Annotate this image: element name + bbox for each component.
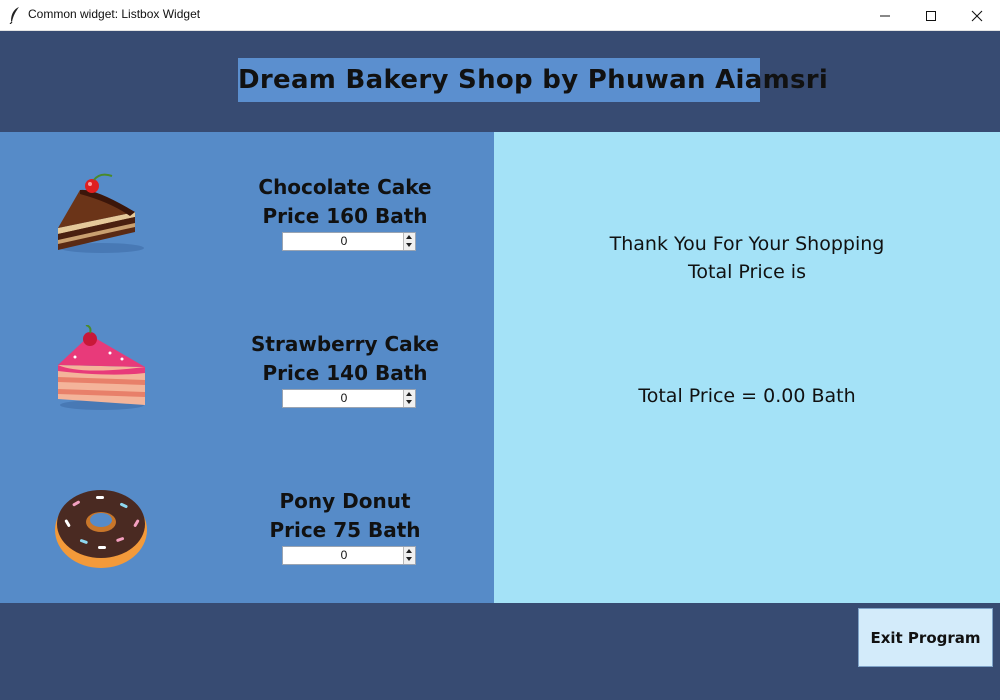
feather-icon: [9, 7, 19, 24]
product-name-chocolate-cake: Chocolate Cake: [258, 175, 432, 199]
quantity-spinbox-strawberry-cake[interactable]: 0: [282, 389, 416, 408]
maximize-icon: [926, 10, 936, 21]
chocolate-cake-icon: [58, 173, 144, 253]
quantity-value[interactable]: 0: [283, 390, 405, 407]
spin-down-icon[interactable]: [406, 243, 412, 247]
total-price-heading: Total Price is: [688, 261, 806, 283]
spin-up-icon[interactable]: [406, 549, 412, 553]
close-icon: [971, 10, 983, 21]
window-titlebar: Common widget: Listbox Widget: [0, 0, 1000, 31]
exit-program-button[interactable]: Exit Program: [858, 608, 993, 667]
product-price-chocolate-cake: Price 160 Bath: [262, 204, 428, 228]
close-button[interactable]: [954, 0, 1000, 31]
total-price-label: Total Price = 0.00 Bath: [638, 385, 856, 407]
product-name-pony-donut: Pony Donut: [279, 489, 411, 513]
window-title: Common widget: Listbox Widget: [28, 7, 201, 21]
thank-you-line: Thank You For Your Shopping: [609, 233, 885, 255]
spin-down-icon[interactable]: [406, 400, 412, 404]
product-price-pony-donut: Price 75 Bath: [269, 518, 421, 542]
footer-bar: [0, 603, 1000, 700]
maximize-button[interactable]: [908, 0, 954, 31]
quantity-value[interactable]: 0: [283, 547, 405, 564]
quantity-spinbox-chocolate-cake[interactable]: 0: [282, 232, 416, 251]
product-name-strawberry-cake: Strawberry Cake: [251, 332, 439, 356]
donut-icon: [55, 490, 147, 568]
spin-buttons[interactable]: [403, 233, 415, 250]
spin-buttons[interactable]: [403, 547, 415, 564]
quantity-spinbox-pony-donut[interactable]: 0: [282, 546, 416, 565]
spin-up-icon[interactable]: [406, 392, 412, 396]
quantity-value[interactable]: 0: [283, 233, 405, 250]
shop-title: Dream Bakery Shop by Phuwan Aiamsri: [238, 58, 828, 102]
spin-up-icon[interactable]: [406, 235, 412, 239]
minimize-button[interactable]: [862, 0, 908, 31]
strawberry-cake-icon: [58, 325, 145, 410]
spin-down-icon[interactable]: [406, 557, 412, 561]
product-price-strawberry-cake: Price 140 Bath: [262, 361, 428, 385]
summary-panel: [494, 132, 1000, 603]
minimize-icon: [880, 15, 890, 16]
thank-you-message: Thank You For Your Shopping Total Price …: [494, 230, 1000, 286]
spin-buttons[interactable]: [403, 390, 415, 407]
